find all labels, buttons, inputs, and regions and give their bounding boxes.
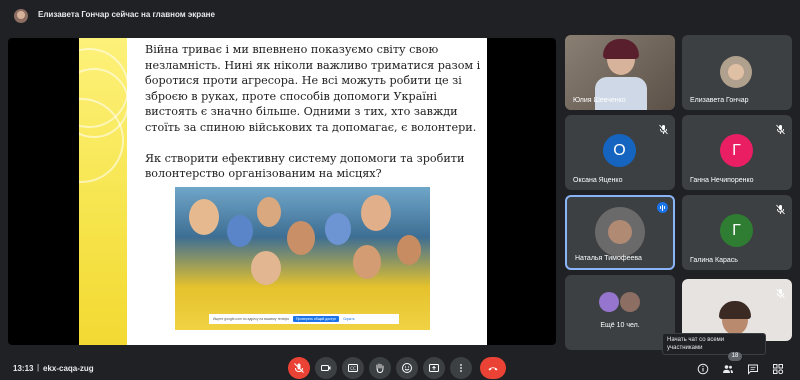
- emoji-icon: [402, 363, 412, 373]
- mic-off-icon: [294, 363, 304, 373]
- participant-tile[interactable]: Г Галина Карась: [682, 195, 792, 270]
- more-participants-label: Ещё 10 чел.: [600, 322, 640, 329]
- activities-button[interactable]: [772, 362, 784, 375]
- emoji-reactions-button[interactable]: [396, 357, 418, 379]
- captions-button[interactable]: CC: [342, 357, 364, 379]
- svg-text:CC: CC: [350, 366, 356, 371]
- chat-tooltip: Начать чат со всеми участниками: [662, 333, 766, 355]
- mic-off-icon: [776, 286, 785, 299]
- leave-call-button[interactable]: [480, 357, 506, 379]
- participant-initial-avatar: О: [603, 134, 636, 167]
- participant-initial-avatar: Г: [720, 214, 753, 247]
- present-screen-button[interactable]: [423, 357, 445, 379]
- participant-initial: Г: [732, 221, 741, 239]
- mic-toggle-button[interactable]: [288, 357, 310, 379]
- slide-paragraph-2: Як створити ефективну систему допомоги т…: [145, 151, 465, 181]
- presentation-slide: Війна триває і ми впевнено показуємо сві…: [79, 38, 487, 345]
- people-icon: [723, 365, 733, 373]
- participant-name: Оксана Яценко: [573, 177, 623, 184]
- present-icon: [429, 364, 439, 372]
- participant-tile[interactable]: Елизавета Гончар: [682, 35, 792, 110]
- raise-hand-button[interactable]: [369, 357, 391, 379]
- chat-icon: [748, 364, 758, 375]
- end-call-icon: [488, 367, 498, 371]
- clock: 13:13: [13, 364, 34, 373]
- share-banner-button: Проверить общий доступ: [293, 316, 339, 322]
- participant-name: Ганна Нечипоренко: [690, 177, 754, 184]
- info-icon: [697, 363, 709, 375]
- presenter-status: Елизавета Гончар сейчас на главном экран…: [38, 10, 215, 19]
- meeting-code: ekx-caqa-zug: [43, 364, 94, 373]
- share-banner-text: Ищете google.com по адресу на вашему тел…: [213, 317, 289, 321]
- separator: |: [37, 363, 40, 372]
- photo-share-banner: Ищете google.com по адресу на вашему тел…: [209, 314, 399, 324]
- meeting-info-button[interactable]: [697, 362, 709, 375]
- speaking-indicator-icon: [657, 202, 668, 213]
- raise-hand-icon: [376, 363, 384, 373]
- share-banner-link: Скрыть: [342, 317, 355, 321]
- group-avatar-2: [620, 292, 640, 312]
- mic-off-icon: [659, 122, 668, 135]
- participant-avatar: [720, 56, 752, 88]
- chat-button[interactable]: [747, 362, 759, 375]
- captions-icon: CC: [348, 364, 358, 372]
- participant-name: Елизавета Гончар: [690, 97, 749, 104]
- more-icon: [460, 364, 462, 372]
- more-options-button[interactable]: [450, 357, 472, 379]
- activities-icon: [773, 364, 784, 375]
- participant-tile[interactable]: Г Ганна Нечипоренко: [682, 115, 792, 190]
- mic-off-icon: [776, 122, 785, 135]
- presentation-stage[interactable]: Війна триває і ми впевнено показуємо сві…: [8, 38, 556, 345]
- participant-tile-active-speaker[interactable]: Наталья Тимофеева: [565, 195, 675, 270]
- slide-paragraph-1: Війна триває і ми впевнено показуємо сві…: [145, 43, 481, 134]
- meet-window: Елизавета Гончар сейчас на главном экран…: [0, 0, 800, 380]
- self-view-tile[interactable]: [682, 279, 792, 341]
- slide-decoration: [79, 38, 129, 345]
- camera-toggle-button[interactable]: [315, 357, 337, 379]
- participant-tile[interactable]: Юлия Шевченко: [565, 35, 675, 110]
- participant-tile[interactable]: О Оксана Яценко: [565, 115, 675, 190]
- top-bar: Елизавета Гончар сейчас на главном экран…: [0, 0, 800, 30]
- more-participants-tile[interactable]: Ещё 10 чел.: [565, 275, 675, 350]
- camera-icon: [321, 365, 331, 371]
- group-avatar-1: [599, 292, 619, 312]
- participant-initial-avatar: Г: [720, 134, 753, 167]
- people-button[interactable]: [722, 362, 734, 374]
- participant-name: Наталья Тимофеева: [575, 255, 642, 262]
- participant-initial: О: [613, 141, 626, 159]
- mic-off-icon: [776, 202, 785, 215]
- participant-avatar: [595, 207, 645, 257]
- slide-text: Війна триває і ми впевнено показуємо сві…: [145, 42, 483, 197]
- participant-name: Юлия Шевченко: [573, 97, 626, 104]
- participant-count-badge: 18: [728, 352, 742, 361]
- presenter-avatar: [14, 9, 28, 23]
- volunteers-photo: Ищете google.com по адресу на вашему тел…: [175, 187, 430, 330]
- participant-name: Галина Карась: [690, 257, 738, 264]
- participant-initial: Г: [732, 141, 741, 159]
